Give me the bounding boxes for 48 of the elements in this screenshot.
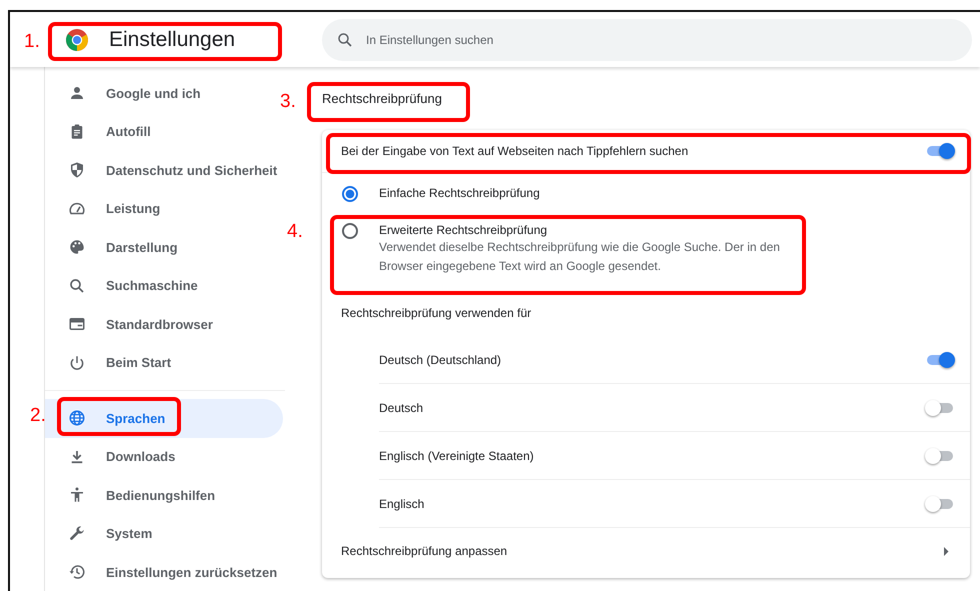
settings-link-row[interactable]: Rechtschreibprüfung anpassen — [322, 528, 970, 574]
wrench-icon — [68, 524, 86, 543]
search-field[interactable]: In Einstellungen suchen — [322, 18, 972, 60]
sidebar-item[interactable]: Suchmaschine — [45, 266, 285, 305]
shield-icon — [68, 161, 86, 180]
sidebar-item[interactable]: Beim Start — [45, 344, 285, 382]
sidebar-item[interactable]: Einstellungen zurücksetzen — [45, 553, 285, 591]
link-label: Rechtschreibprüfung anpassen — [341, 544, 508, 558]
search-icon — [336, 30, 354, 48]
annotation-number: 4. — [287, 221, 303, 243]
sidebar-item[interactable]: Standardbrowser — [45, 305, 285, 344]
sidebar-item[interactable]: Datenschutz und Sicherheit — [45, 151, 285, 190]
search-icon — [68, 276, 86, 295]
language-label: Deutsch (Deutschland) — [379, 352, 502, 366]
globe-icon — [68, 409, 86, 428]
annotation-number: 3. — [280, 91, 296, 113]
history-icon — [68, 563, 86, 582]
window-title: Einstellungen — [109, 28, 236, 52]
option-label: Erweiterte Rechtschreibprüfung — [379, 222, 548, 238]
sidebar-item[interactable]: Darstellung — [45, 228, 285, 266]
setting-label: Bei der Eingabe von Text auf Webseiten nach Tippfehlern suchen — [341, 144, 688, 158]
toggle-switch[interactable] — [925, 494, 955, 512]
caret-icon — [943, 546, 949, 556]
sidebar-item[interactable]: Leistung — [45, 190, 285, 228]
accessibility-icon — [68, 486, 86, 504]
language-label: Englisch (Vereinigte Staaten) — [379, 448, 534, 462]
sidebar-item[interactable]: Downloads — [45, 438, 285, 476]
option-label: Einfache Rechtschreibprüfung — [379, 185, 540, 201]
toggle-switch[interactable] — [925, 350, 955, 368]
power-icon — [68, 354, 86, 372]
option-description: Verwendet dieselbe Rechtschreibprüfung wie die Google Suche. Der in den Browser eingegebene Text wird an Google gesendet. — [379, 239, 781, 275]
sidebar-item[interactable]: Sprachen — [45, 399, 283, 438]
subsection-label: Rechtschreibprüfung verwenden für — [340, 305, 532, 322]
toggle-switch[interactable] — [925, 398, 955, 416]
annotation-number: 2. — [30, 405, 46, 427]
radio-button[interactable] — [342, 186, 358, 202]
annotation-number: 1. — [24, 31, 40, 53]
toggle-switch[interactable] — [925, 142, 955, 160]
language-label: Englisch — [379, 496, 424, 510]
sidebar-item[interactable]: Bedienungshilfen — [45, 476, 285, 514]
sidebar-item[interactable]: System — [45, 514, 285, 553]
palette-icon — [68, 238, 86, 256]
sidebar-item[interactable]: Autofill — [45, 112, 285, 151]
section-heading: Rechtschreibprüfung — [322, 91, 442, 106]
radio-button[interactable] — [342, 223, 358, 239]
toggle-switch[interactable] — [925, 446, 955, 464]
chrome-logo-icon — [65, 28, 89, 52]
language-label: Deutsch — [379, 400, 424, 414]
